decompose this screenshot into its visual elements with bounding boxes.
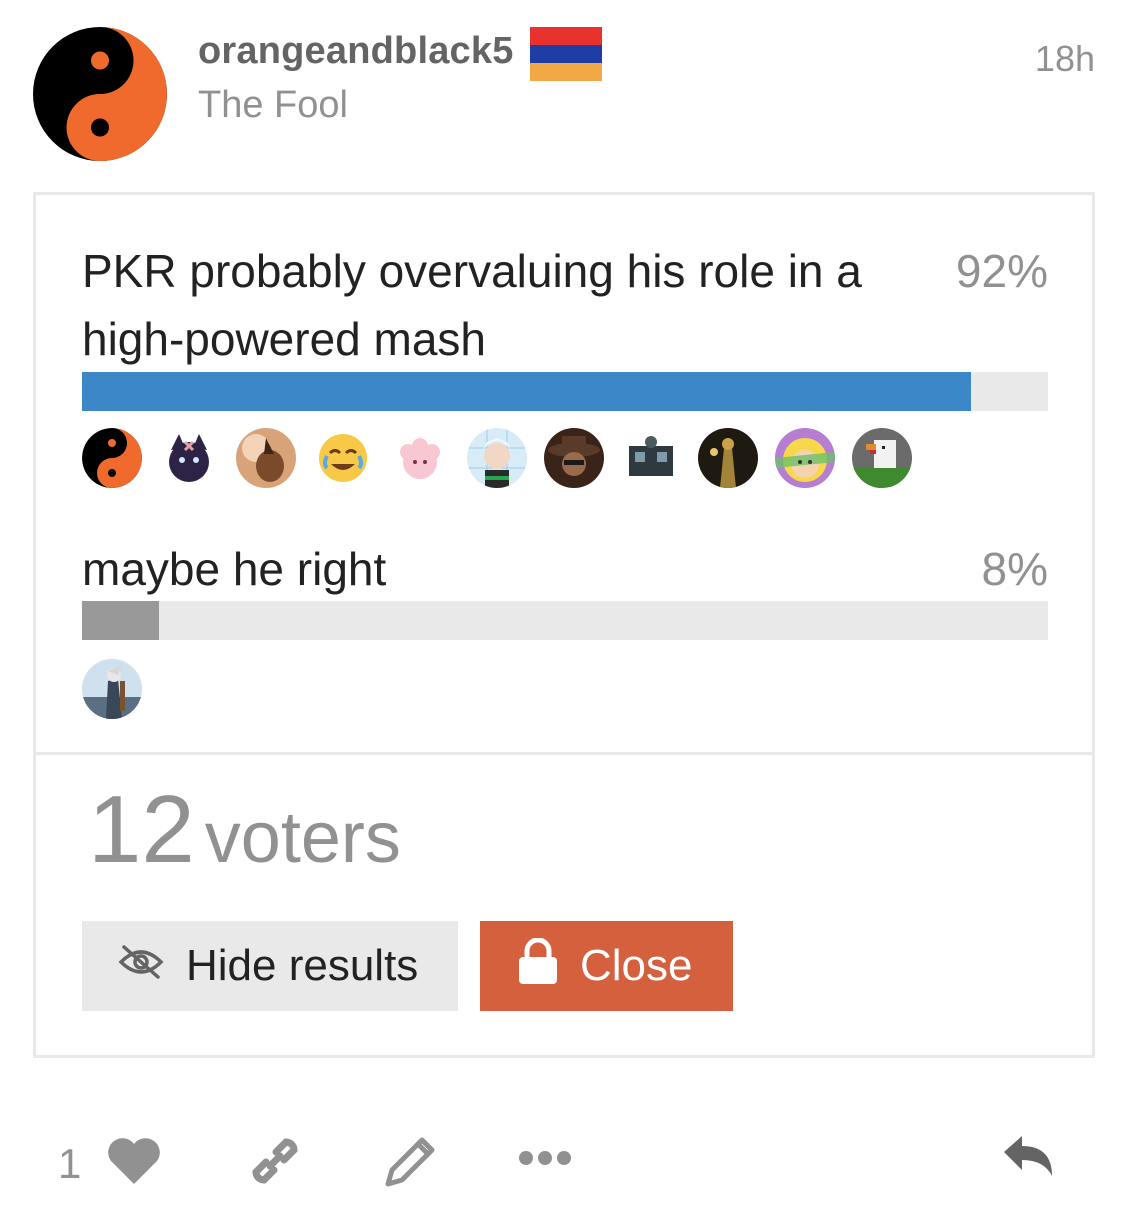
heart-icon[interactable] (106, 1136, 162, 1191)
voter-avatar[interactable] (82, 659, 142, 719)
post-header: orangeandblack5 The Fool 18h (0, 0, 1125, 180)
poll-voters-info: 12 voters (88, 780, 401, 888)
user-title: The Fool (198, 84, 348, 126)
poll-bar-fill (82, 372, 971, 411)
lock-icon (518, 937, 580, 995)
poll-results: PKR probably overvaluing his role in a h… (36, 195, 1092, 755)
voter-avatar[interactable] (236, 428, 296, 488)
voter-avatar[interactable] (852, 428, 912, 488)
poll-bar-track (82, 601, 1048, 640)
reply-icon[interactable] (1000, 1134, 1056, 1189)
voter-avatar[interactable] (621, 428, 681, 488)
like-count[interactable]: 1 (58, 1140, 81, 1188)
voter-avatar[interactable] (313, 428, 373, 488)
voter-avatar[interactable] (159, 428, 219, 488)
voter-avatar[interactable] (390, 428, 450, 488)
poll-voters (82, 659, 142, 719)
pencil-icon[interactable] (382, 1132, 440, 1195)
poll-option-text: maybe he right (82, 543, 387, 595)
voter-avatar[interactable] (698, 428, 758, 488)
eye-slash-icon (118, 941, 186, 991)
poll-option: maybe he right 8% (82, 535, 1048, 719)
link-icon[interactable] (246, 1132, 304, 1195)
poll-option-percent: 92% (955, 245, 1048, 297)
more-icon[interactable] (518, 1148, 572, 1173)
poll-option-text: PKR probably overvaluing his role in a h… (82, 245, 862, 365)
hide-results-label: Hide results (186, 941, 419, 990)
close-label: Close (580, 941, 693, 990)
voter-avatar[interactable] (467, 428, 527, 488)
voter-avatar[interactable] (82, 428, 142, 488)
close-poll-button[interactable]: Close (480, 921, 733, 1011)
voter-avatar[interactable] (775, 428, 835, 488)
username[interactable]: orangeandblack5 (198, 30, 514, 73)
voters-number: 12 (88, 776, 195, 883)
hide-results-button[interactable]: Hide results (82, 921, 458, 1011)
poll-voters (82, 428, 912, 488)
poll-bar-track (82, 372, 1048, 411)
post-date[interactable]: 18h (1035, 38, 1095, 80)
voter-avatar[interactable] (544, 428, 604, 488)
armenia-flag-icon (530, 27, 602, 81)
user-avatar[interactable] (32, 26, 168, 162)
poll: PKR probably overvaluing his role in a h… (33, 192, 1095, 1058)
post-controls: 1 (0, 1110, 1125, 1210)
voters-label: voters (204, 798, 401, 878)
poll-bar-fill (82, 601, 160, 640)
poll-option-percent: 8% (981, 543, 1048, 595)
